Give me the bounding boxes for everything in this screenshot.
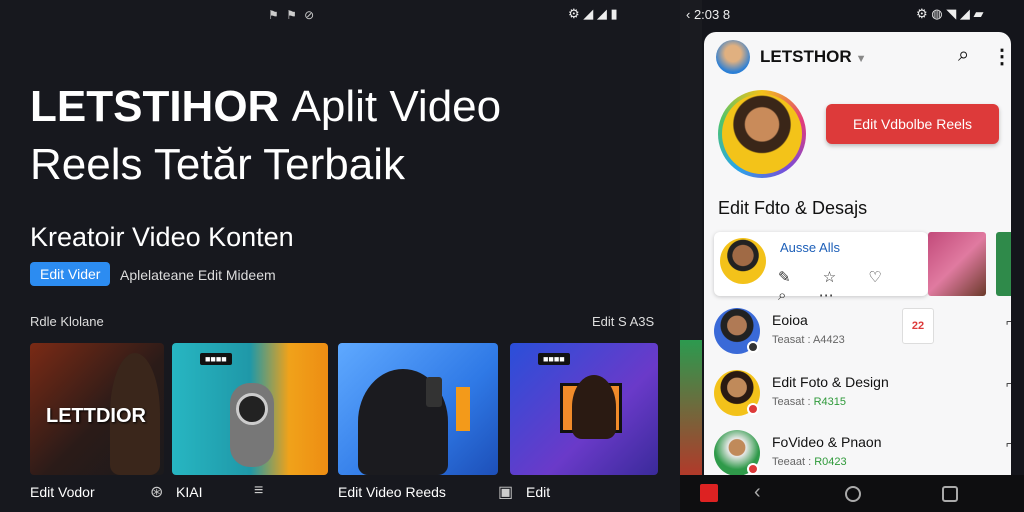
phone-status-icons: ⚙ ◍ ◥ ◢ ▰ [916, 6, 984, 21]
headline-bold: LETSTIHOR [30, 82, 280, 131]
list-item-subtitle: Teasat : A4423 [772, 334, 845, 346]
menu-icon[interactable]: ≡ [254, 482, 263, 500]
chevron-right-icon: ⌐ [1006, 314, 1011, 329]
phone-app-screen: LETSTHOR ▼ ⌕ ⋮ Edit Vdbolbe Reels Edit Fd… [704, 32, 1011, 475]
profile-picture[interactable] [718, 90, 806, 178]
avatar[interactable] [716, 40, 750, 74]
back-icon[interactable]: ‹ [754, 481, 761, 504]
status-dot [747, 463, 759, 475]
list-item[interactable]: Edit Foto & Design Teasat : R4315 ⌐ [714, 370, 1011, 424]
card-action-icons[interactable]: ✎ ☆ ♡ ⌕ ⋯ [778, 268, 928, 304]
app-title-text: LETSTHOR [760, 47, 852, 66]
list-item-subtitle: Teasat : R4315 [772, 396, 846, 408]
more-options-icon[interactable]: ⋮ [992, 44, 1011, 69]
partial-thumbnail [680, 340, 702, 475]
card-photo-partial[interactable] [996, 232, 1011, 296]
video-caption: Edit Video Reeds [338, 484, 446, 500]
promo-panel: ⚑ ⚑ ⊘ ⚙ ◢ ◢ ▮ LETSTIHOR Aplit Video Reel… [0, 0, 680, 512]
headline-light: Aplit Video [291, 82, 502, 131]
phone-prop-image [426, 377, 442, 407]
recent-apps-icon[interactable] [942, 486, 958, 502]
camera-lens-image [236, 393, 268, 425]
video-caption: Edit [526, 484, 551, 500]
list-item[interactable]: Eoioa Teasat : A4423 22 ⌐ [714, 308, 1011, 362]
card-photo[interactable] [928, 232, 986, 296]
home-icon[interactable] [845, 486, 861, 502]
list-item-thumbnail: 22 [902, 308, 934, 344]
headline: LETSTIHOR Aplit Video Reels Tetăr Terbai… [30, 78, 501, 194]
chevron-right-icon: ⌐ [1006, 436, 1011, 451]
video-caption: Edit Vodor [30, 484, 95, 500]
list-item[interactable]: FoVideo & Pnaon Teeaat : R0423 ⌐ [714, 430, 1011, 475]
video-thumbnail[interactable]: ■■■■ [172, 343, 328, 475]
thumbnail-badge: ■■■■ [538, 353, 570, 365]
video-caption: KIAI [176, 484, 203, 500]
list-item-title: Edit Foto & Design [772, 374, 889, 390]
video-thumbnail[interactable] [338, 343, 498, 475]
subheadline: Kreatoir Video Konten [30, 222, 294, 252]
creator-image [572, 375, 616, 439]
featured-card[interactable]: Ausse Alls ✎ ☆ ♡ ⌕ ⋯ [714, 232, 928, 304]
app-title[interactable]: LETSTHOR ▼ [760, 47, 867, 67]
edit-video-reels-button[interactable]: Edit Vdbolbe Reels [826, 104, 999, 144]
accent-shape [456, 387, 470, 431]
play-icon[interactable]: ⊛ [150, 482, 163, 502]
status-icons: ⚑ ⚑ ⊘ [268, 8, 317, 22]
headline-line2: Reels Tetăr Terbaik [30, 140, 406, 189]
search-icon[interactable]: ⌕ [958, 44, 969, 67]
clip-icon[interactable]: ▣ [498, 482, 513, 502]
app-shortcut-icon[interactable] [700, 484, 718, 502]
section-title: Rdle Klolane [30, 314, 104, 329]
avatar [720, 238, 766, 284]
card-title: Ausse Alls [780, 240, 840, 255]
chevron-right-icon: ⌐ [1006, 376, 1011, 391]
video-thumbnail[interactable]: LETTDIOR [30, 343, 164, 475]
navigation-bar: ‹ [680, 475, 1024, 512]
phone-status-time: ‹ 2:03 8 [686, 7, 731, 22]
section-title: Edit Fdto & Desajs [718, 198, 868, 218]
pill-caption: Aplelateane Edit Mideem [120, 267, 276, 283]
list-item-title: FoVideo & Pnaon [772, 434, 882, 450]
thumbnail-overlay-text: LETTDIOR [46, 405, 146, 427]
chevron-down-icon: ▼ [855, 53, 867, 65]
section-see-all[interactable]: Edit S A3S [592, 314, 654, 329]
list-item-subtitle: Teeaat : R0423 [772, 456, 847, 468]
status-dot [747, 341, 759, 353]
edit-video-pill[interactable]: Edit Vider [30, 262, 111, 286]
thumbnail-badge: ■■■■ [200, 353, 232, 365]
list-item-title: Eoioa [772, 312, 808, 328]
status-icons-right: ⚙ ◢ ◢ ▮ [568, 6, 618, 21]
status-dot [747, 403, 759, 415]
video-thumbnail[interactable]: ■■■■ [510, 343, 658, 475]
